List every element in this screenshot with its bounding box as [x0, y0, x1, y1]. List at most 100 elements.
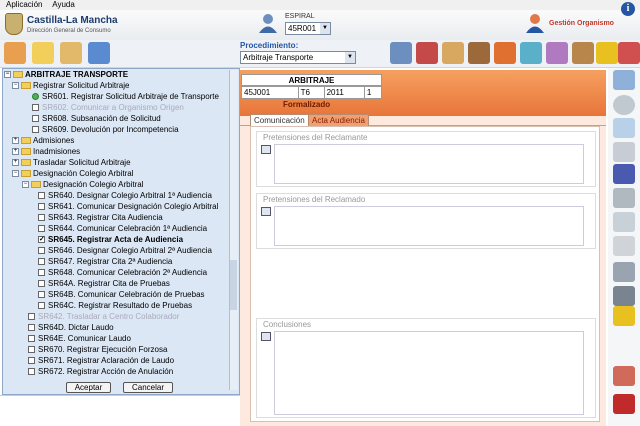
document-icon[interactable]	[613, 142, 635, 162]
tree-node[interactable]: − Registrar Solicitud Arbitraje	[12, 80, 129, 91]
section-label-reclamante: Pretensiones del Reclamante	[263, 133, 368, 142]
exit-icon[interactable]	[613, 394, 635, 414]
tree-item[interactable]: SR641. Comunicar Designación Colegio Arb…	[38, 201, 218, 212]
checkbox	[38, 302, 45, 310]
tree-label: SR643. Registrar Cita Audiencia	[48, 213, 163, 222]
clip-icon[interactable]	[613, 236, 635, 256]
tree-label: SR671. Registrar Aclaración de Laudo	[38, 356, 175, 365]
print-icon[interactable]	[613, 286, 635, 306]
tree-item[interactable]: SR642. Trasladar a Centro Colaborador	[28, 311, 179, 322]
tree-label: SR645. Registrar Acta de Audiencia	[48, 235, 184, 244]
tree-item[interactable]: SR648. Comunicar Celebración 2ª Audienci…	[38, 267, 207, 278]
org-label[interactable]: Gestión Organismo	[549, 20, 614, 27]
gear-icon[interactable]	[613, 306, 635, 326]
tree-label: SR641. Comunicar Designación Colegio Arb…	[48, 202, 219, 211]
library-icon[interactable]	[442, 42, 464, 64]
tab-comunicacion[interactable]: Comunicación	[250, 114, 309, 126]
tree-label: Registrar Solicitud Arbitraje	[33, 81, 130, 90]
tree-node[interactable]: + Admisiones	[12, 135, 74, 146]
tree-scrollbar[interactable]	[229, 70, 238, 390]
tree-item[interactable]: SR609. Devolución por Incompetencia	[32, 124, 179, 135]
tree-item[interactable]: SR64C. Registrar Resultado de Pruebas	[38, 300, 192, 311]
chart-icon[interactable]	[494, 42, 516, 64]
export-icon[interactable]	[88, 42, 110, 64]
info-icon[interactable]: i	[621, 2, 635, 16]
case-number: 45J001	[241, 86, 299, 99]
delete-icon[interactable]	[613, 188, 635, 208]
certificate-icon[interactable]	[4, 42, 26, 64]
checkbox	[28, 357, 35, 365]
cancel-button[interactable]: Cancelar	[123, 382, 173, 393]
edit-text-icon[interactable]	[261, 207, 271, 216]
tree-item[interactable]: SR64B. Comunicar Celebración de Pruebas	[38, 289, 205, 300]
logo-title: Castilla-La Mancha	[27, 15, 118, 26]
espiral-select[interactable]: 45R001 ▼	[285, 22, 331, 35]
checkbox	[38, 203, 45, 211]
tree-item[interactable]: SR646. Designar Colegio Arbitral 2ª Audi…	[38, 245, 212, 256]
tree-item[interactable]: SR64A. Registrar Cita de Pruebas	[38, 278, 170, 289]
textarea-conclusiones[interactable]	[274, 331, 584, 415]
folder-icon	[21, 148, 31, 156]
folder-icon	[21, 82, 31, 90]
tree-label: SR670. Registrar Ejecución Forzosa	[38, 345, 168, 354]
checkbox	[38, 291, 45, 299]
case-type: T6	[297, 86, 325, 99]
checkbox	[38, 225, 45, 233]
stack-icon[interactable]	[613, 262, 635, 282]
menu-aplicacion[interactable]: Aplicación	[6, 0, 42, 9]
edit-text-icon[interactable]	[261, 145, 271, 154]
checkbox	[32, 115, 39, 123]
checkbox	[38, 258, 45, 266]
tree-label: SR672. Registrar Acción de Anulación	[38, 367, 174, 376]
exit-icon[interactable]	[618, 42, 640, 64]
textarea-reclamante[interactable]	[274, 144, 584, 184]
edit-icon[interactable]	[613, 366, 635, 386]
tree-item[interactable]: SR64D. Dictar Laudo	[28, 322, 114, 333]
tree-item[interactable]: SR640. Designar Colegio Arbitral 1ª Audi…	[38, 190, 212, 201]
tree-item[interactable]: SR647. Registrar Cita 2ª Audiencia	[38, 256, 172, 267]
expand-icon: −	[12, 82, 19, 90]
tree-label: Inadmisiones	[33, 147, 81, 156]
tree-item[interactable]: SR602. Comunicar a Organismo Origen	[32, 102, 184, 113]
tree-item[interactable]: SR644. Comunicar Celebración 1ª Audienci…	[38, 223, 207, 234]
tools-icon[interactable]	[546, 42, 568, 64]
tree-item[interactable]: SR670. Registrar Ejecución Forzosa	[28, 344, 167, 355]
tree-item[interactable]: SR671. Registrar Aclaración de Laudo	[28, 355, 174, 366]
procedure-select[interactable]: Arbitraje Transporte ▼	[240, 51, 356, 64]
search-icon[interactable]	[613, 70, 635, 90]
computer-icon[interactable]	[390, 42, 412, 64]
section-label-conclusiones: Conclusiones	[263, 320, 312, 329]
tree-label: SR646. Designar Colegio Arbitral 2ª Audi…	[48, 246, 212, 255]
back-icon[interactable]	[613, 95, 635, 115]
tab-acta-audiencia[interactable]: Acta Audiencia	[308, 114, 369, 126]
menu-ayuda[interactable]: Ayuda	[52, 0, 75, 9]
lightbulb-icon[interactable]	[32, 42, 54, 64]
search-docs-icon[interactable]	[520, 42, 542, 64]
tree-root[interactable]: − ARBITRAJE TRANSPORTE	[4, 69, 128, 80]
tree-node[interactable]: + Trasladar Solicitud Arbitraje	[12, 157, 131, 168]
tree-item[interactable]: SR643. Registrar Cita Audiencia	[38, 212, 163, 223]
tree-item[interactable]: SR672. Registrar Acción de Anulación	[28, 366, 173, 377]
books-icon[interactable]	[416, 42, 438, 64]
tree-item-selected[interactable]: ✓ SR645. Registrar Acta de Audiencia	[38, 234, 183, 245]
abacus-icon[interactable]	[572, 42, 594, 64]
tree-label: Designación Colegio Arbitral	[33, 169, 134, 178]
stamp-icon[interactable]	[468, 42, 490, 64]
key-icon[interactable]	[596, 42, 618, 64]
folder-icon[interactable]	[60, 42, 82, 64]
tree-node[interactable]: − Designación Colegio Arbitral	[22, 179, 144, 190]
tree-node[interactable]: − Designación Colegio Arbitral	[12, 168, 134, 179]
attach-icon[interactable]	[613, 212, 635, 232]
accept-button[interactable]: Aceptar	[66, 382, 111, 393]
diamond-icon[interactable]	[613, 118, 635, 138]
save-icon[interactable]	[613, 164, 635, 184]
edit-text-icon[interactable]	[261, 332, 271, 341]
tree-item[interactable]: SR64E. Comunicar Laudo	[28, 333, 131, 344]
tree-label: Trasladar Solicitud Arbitraje	[33, 158, 131, 167]
tree-label: SR64B. Comunicar Celebración de Pruebas	[48, 290, 205, 299]
textarea-reclamado[interactable]	[274, 206, 584, 246]
tree-scrollbar-thumb[interactable]	[230, 260, 237, 310]
tree-node[interactable]: + Inadmisiones	[12, 146, 80, 157]
tree-item[interactable]: SR601. Registrar Solicitud Arbitraje de …	[32, 91, 219, 102]
tree-item[interactable]: SR608. Subsanación de Solicitud	[32, 113, 161, 124]
